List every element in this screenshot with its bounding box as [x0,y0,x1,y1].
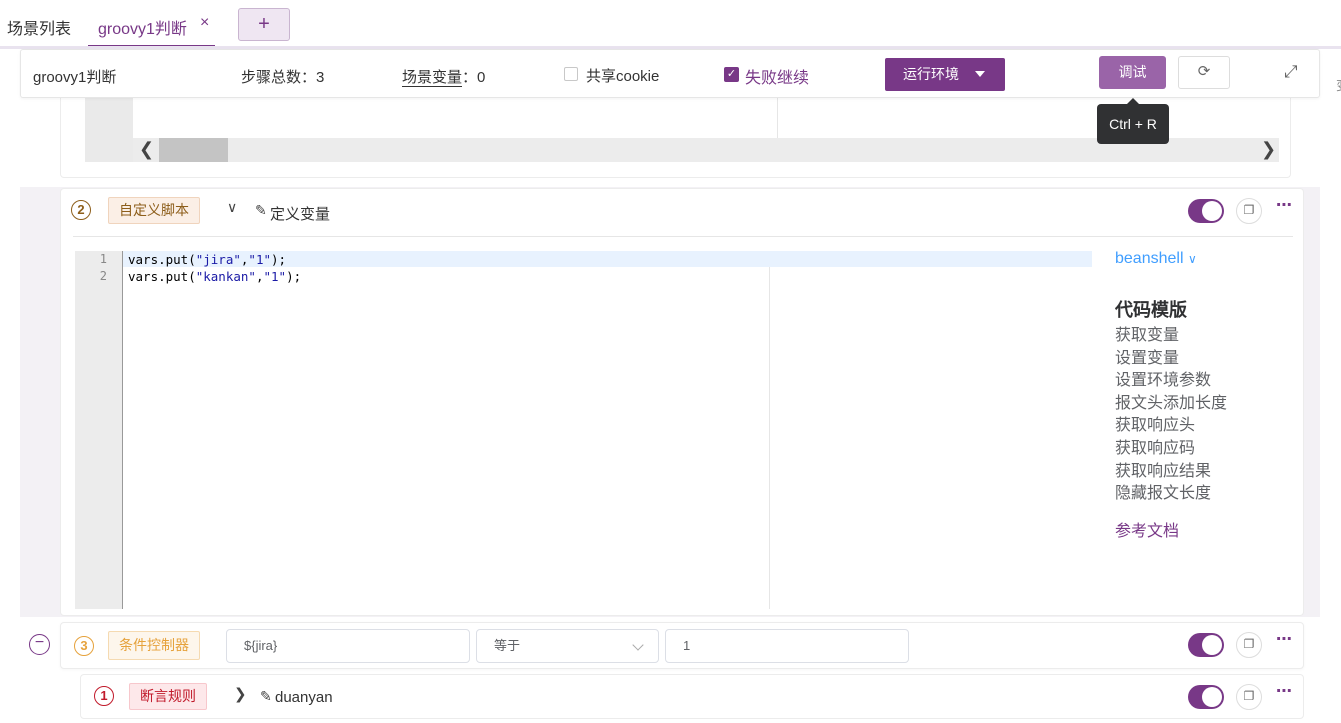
line-number: 2 [99,269,107,283]
code-template-title: 代码模版 [1115,300,1187,320]
more-options-icon[interactable]: ⋯ [1276,629,1292,649]
script-language-select[interactable]: beanshell ∨ [1115,250,1197,268]
step-enable-toggle[interactable] [1188,685,1224,709]
scenario-name: groovy1判断 [33,69,117,86]
template-item-response-header[interactable]: 获取响应头 [1115,415,1227,438]
step-type-tag: 自定义脚本 [108,197,200,224]
refresh-button[interactable]: ⟳ [1178,56,1230,89]
chevron-down-icon[interactable]: ∨ [227,199,237,216]
language-label: beanshell [1115,250,1184,267]
step-index-badge: 1 [94,686,114,706]
code-template-list: 获取变量 设置变量 设置环境参数 报文头添加长度 获取响应头 获取响应码 获取响… [1115,325,1227,506]
copy-step-button[interactable]: ❐ [1236,198,1262,224]
code-line[interactable]: vars.put("jira","1"); [128,252,286,267]
editor-line-gutter [75,251,123,609]
debug-button[interactable]: 调试 [1099,56,1166,89]
template-item-get-var[interactable]: 获取变量 [1115,325,1227,348]
operator-label: 等于 [494,638,521,653]
scroll-left-icon[interactable]: ❮ [139,139,154,160]
total-steps: 步骤总数：3 [241,69,325,86]
debug-shortcut-tooltip: Ctrl + R [1097,104,1169,144]
step-type-tag: 断言规则 [129,683,207,710]
step-name[interactable]: 定义变量 [270,203,330,224]
clipped-text: 变 [1336,75,1341,94]
step-card-assertion: 1 断言规则 ❯ ✎ duanyan ❐ ⋯ [80,674,1304,719]
share-cookie-label[interactable]: 共享cookie [586,65,659,86]
more-options-icon[interactable]: ⋯ [1276,195,1292,215]
step-header-divider [73,236,1293,237]
tab-groovy1[interactable]: groovy1判断 [98,15,187,39]
total-steps-label: 步骤总数 [241,69,302,86]
line-number: 1 [99,252,107,266]
run-environment-label: 运行环境 [903,66,959,82]
fail-continue-checkbox[interactable]: ✓ [724,67,739,82]
scenario-variables-count: 0 [477,69,486,86]
fail-continue-label[interactable]: 失败继续 [745,64,809,88]
caret-down-icon [975,71,985,77]
chevron-right-icon[interactable]: ❯ [234,685,247,703]
copy-step-button[interactable]: ❐ [1236,632,1262,658]
template-item-header-length[interactable]: 报文头添加长度 [1115,393,1227,416]
run-environment-button[interactable]: 运行环境 [885,58,1005,91]
editor-print-margin [769,267,770,609]
share-cookie-checkbox[interactable] [564,67,578,81]
more-options-icon[interactable]: ⋯ [1276,681,1292,701]
template-item-response-body[interactable]: 获取响应结果 [1115,461,1227,484]
copy-icon: ❐ [1243,203,1255,217]
chevron-down-icon [632,639,644,651]
step-card-custom-script: 2 自定义脚本 ∨ ✎ 定义变量 ❐ ⋯ 1 2 vars.put("jira"… [60,188,1304,616]
chevron-down-icon: ∨ [1187,252,1197,266]
tab-close-icon[interactable]: × [200,14,209,32]
tab-scenario-list[interactable]: 场景列表 [7,15,71,39]
scenario-header: groovy1判断 步骤总数：3 场景变量：0 共享cookie ✓ 失败继续 … [20,49,1320,98]
scrollbar-thumb[interactable] [159,138,228,162]
refresh-icon: ⟳ [1197,63,1211,80]
step-card-condition-controller: 3 条件控制器 ${jira} 等于 1 ❐ ⋯ [60,622,1304,669]
step-type-tag: 条件控制器 [108,631,200,660]
edit-icon[interactable]: ✎ [260,688,272,705]
collapse-minus-icon[interactable]: − [29,634,50,655]
scenario-variables-link[interactable]: 场景变量 [402,69,463,87]
step-name[interactable]: duanyan [275,689,333,706]
code-editor[interactable]: 1 2 vars.put("jira","1"); vars.put("kank… [75,251,1092,609]
editor-gutter [85,98,133,162]
template-item-response-code[interactable]: 获取响应码 [1115,438,1227,461]
template-item-set-env[interactable]: 设置环境参数 [1115,370,1227,393]
editor-divider [777,98,778,138]
scroll-right-icon[interactable]: ❯ [1261,139,1276,160]
copy-icon: ❐ [1243,689,1255,703]
condition-variable-input[interactable]: ${jira} [226,629,470,663]
add-tab-button[interactable]: + [238,8,290,41]
copy-icon: ❐ [1243,637,1255,651]
scenario-variables[interactable]: 场景变量：0 [402,66,485,87]
code-line[interactable]: vars.put("kankan","1"); [128,269,301,284]
condition-operator-select[interactable]: 等于 [476,629,659,663]
step-enable-toggle[interactable] [1188,199,1224,223]
step-enable-toggle[interactable] [1188,633,1224,657]
total-steps-value: 3 [316,69,325,86]
step-index-badge: 2 [71,200,91,220]
template-item-set-var[interactable]: 设置变量 [1115,348,1227,371]
edit-icon[interactable]: ✎ [255,202,267,219]
condition-value-input[interactable]: 1 [665,629,909,663]
step-index-badge: 3 [74,636,94,656]
copy-step-button[interactable]: ❐ [1236,684,1262,710]
fullscreen-icon[interactable]: ⤢ [1284,62,1298,82]
reference-doc-link[interactable]: 参考文档 [1115,517,1179,541]
template-item-hide-length[interactable]: 隐藏报文长度 [1115,483,1227,506]
